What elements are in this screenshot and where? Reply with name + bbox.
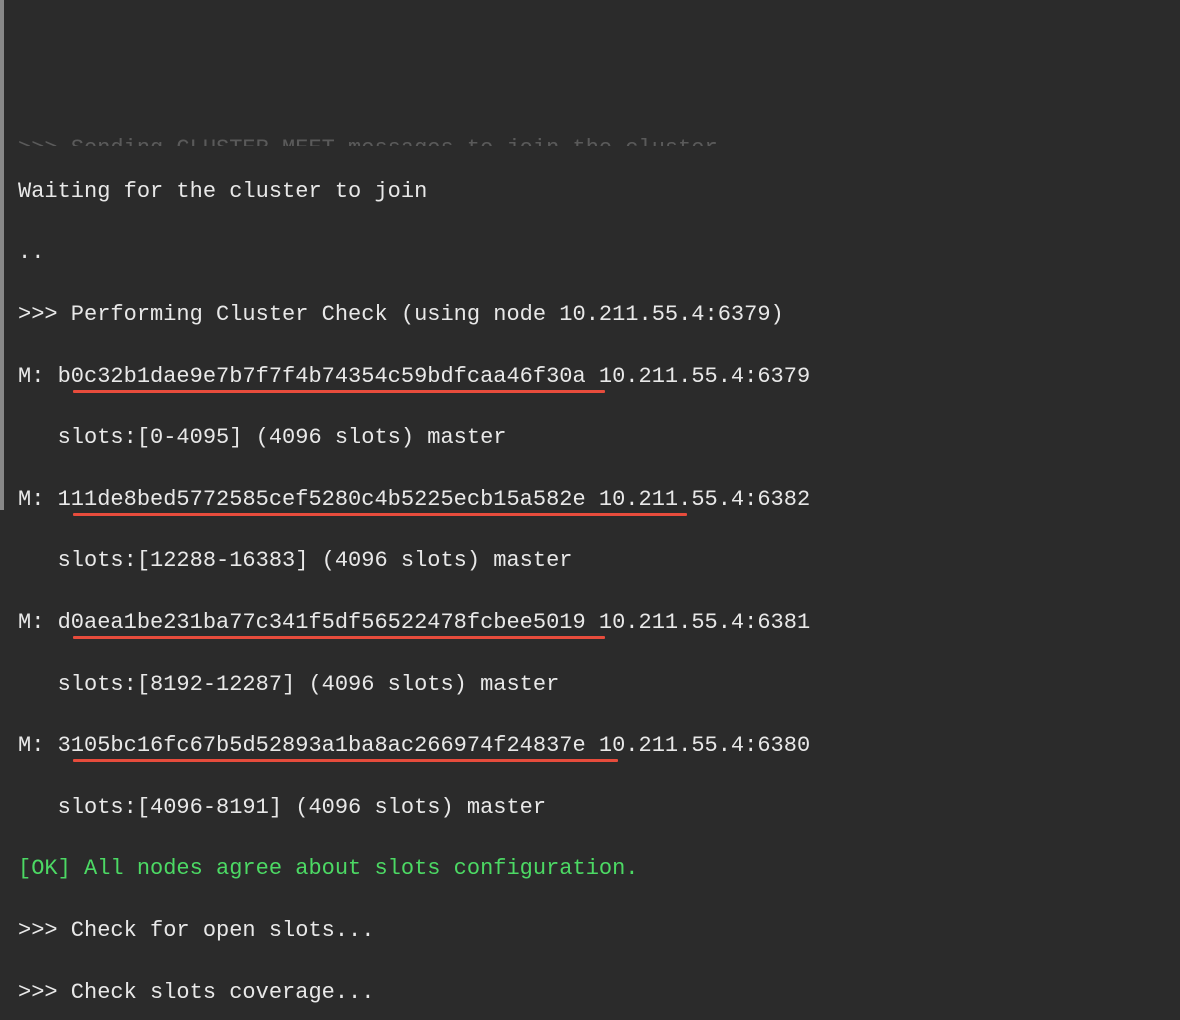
annotation-underline [73,390,605,393]
truncated-line: >>> Sending CLUSTER MEET messages to joi… [18,134,1180,146]
cluster-check-line: >>> Performing Cluster Check (using node… [18,300,1180,331]
ok-status-line: [OK] All nodes agree about slots configu… [18,854,1180,885]
node-addr: 10.211.55.4:6380 [586,733,810,758]
annotation-underline [73,636,605,639]
dots-line: .. [18,238,1180,269]
open-slots-line: >>> Check for open slots... [18,916,1180,947]
node-addr: 10.211.55.4:6379 [586,364,810,389]
waiting-line: Waiting for the cluster to join [18,177,1180,208]
node-prefix: M: [18,364,58,389]
node-line: M: b0c32b1dae9e7b7f7f4b74354c59bdfcaa46f… [18,362,1180,393]
node-prefix: M: [18,610,58,635]
node-hash: 3105bc16fc67b5d52893a1ba8ac266974f24837e [58,733,586,758]
node-line: M: d0aea1be231ba77c341f5df56522478fcbee5… [18,608,1180,639]
node-prefix: M: [18,487,58,512]
node-slots-line: slots:[8192-12287] (4096 slots) master [18,670,1180,701]
terminal-output: >>> Sending CLUSTER MEET messages to joi… [4,123,1180,1020]
coverage-line: >>> Check slots coverage... [18,978,1180,1009]
node-line: M: 3105bc16fc67b5d52893a1ba8ac266974f248… [18,731,1180,762]
node-prefix: M: [18,733,58,758]
node-addr: 10.211.55.4:6382 [586,487,810,512]
node-hash: 111de8bed5772585cef5280c4b5225ecb15a582e [58,487,586,512]
node-slots-line: slots:[12288-16383] (4096 slots) master [18,546,1180,577]
node-addr: 10.211.55.4:6381 [586,610,810,635]
node-slots-line: slots:[0-4095] (4096 slots) master [18,423,1180,454]
node-hash: d0aea1be231ba77c341f5df56522478fcbee5019 [58,610,586,635]
annotation-underline [73,759,618,762]
node-line: M: 111de8bed5772585cef5280c4b5225ecb15a5… [18,485,1180,516]
node-slots-line: slots:[4096-8191] (4096 slots) master [18,793,1180,824]
annotation-underline [73,513,687,516]
node-hash: b0c32b1dae9e7b7f7f4b74354c59bdfcaa46f30a [58,364,586,389]
